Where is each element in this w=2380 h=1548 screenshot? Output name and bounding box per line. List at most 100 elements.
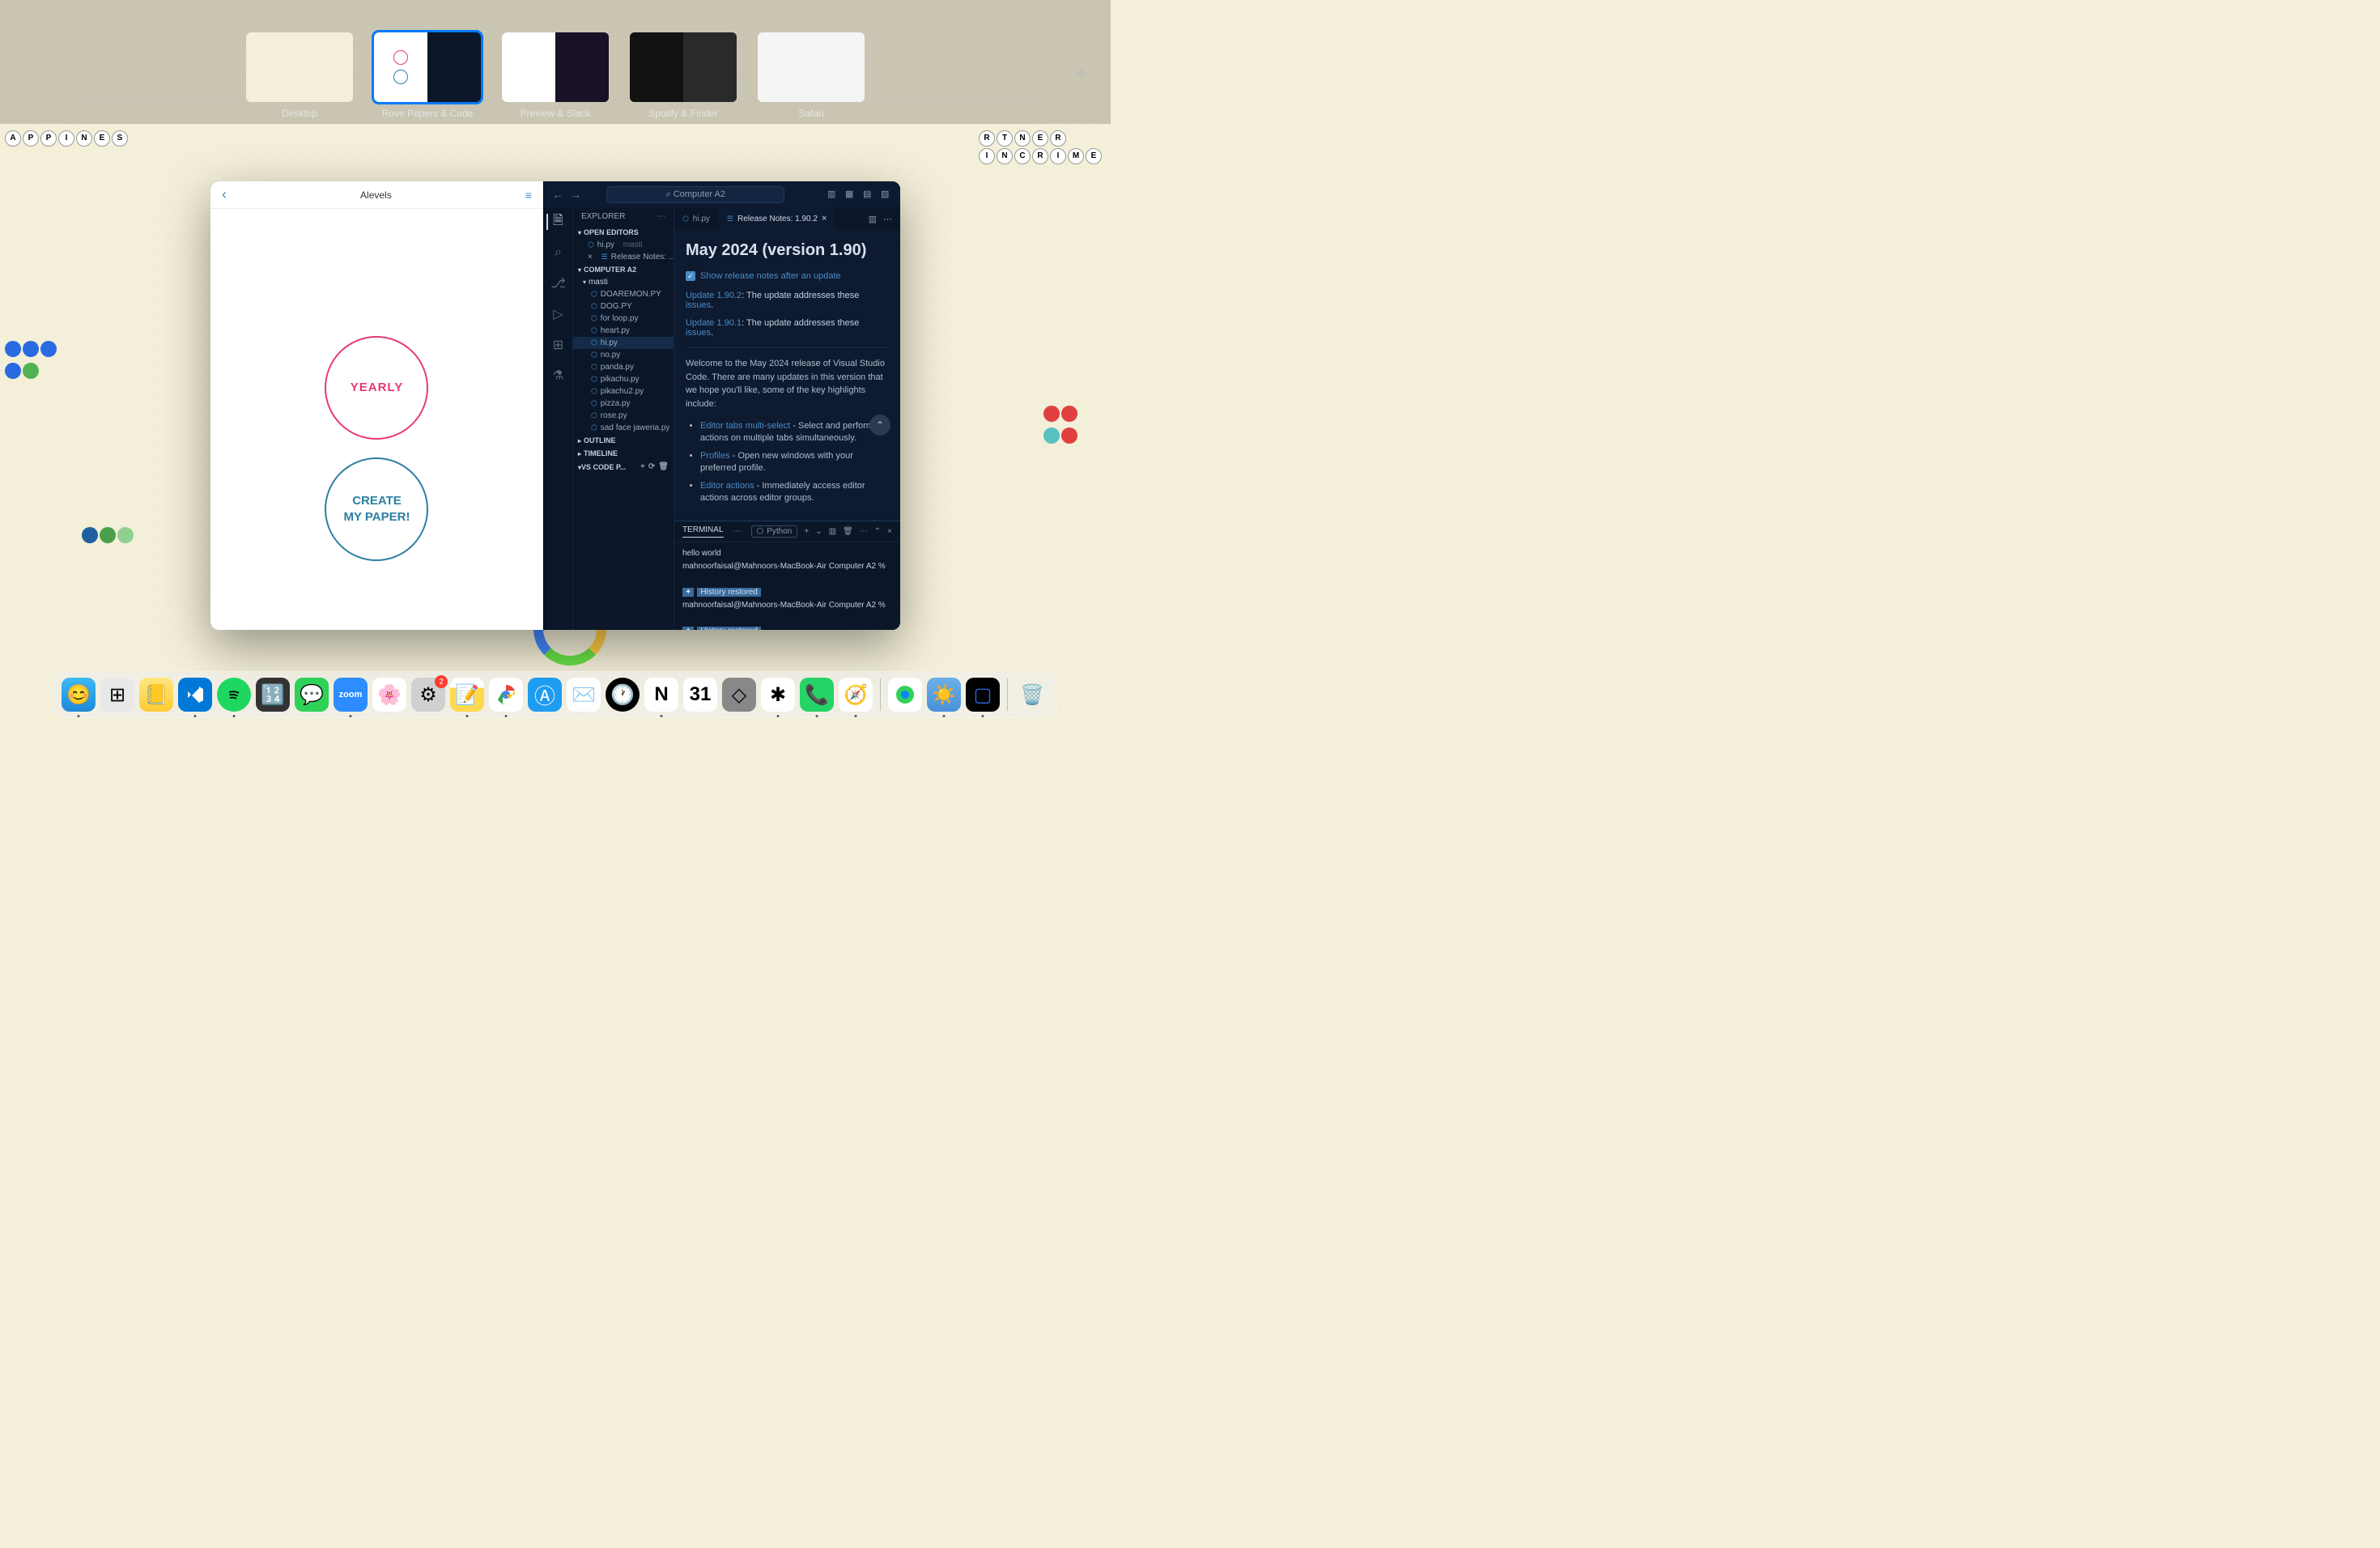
close-icon[interactable]: × [822, 214, 827, 223]
space-spotify-finder[interactable]: Spotify & Finder [630, 32, 737, 119]
dock-slack[interactable]: ✱ [761, 678, 795, 712]
file-item[interactable]: ⬡DOG.PY [573, 300, 674, 313]
more-icon[interactable]: ⋯ [860, 527, 868, 536]
space-rove-code[interactable]: Rove Papers & Code [374, 32, 481, 119]
dock-vscode[interactable] [178, 678, 212, 712]
maximize-icon[interactable]: ⌃ [874, 527, 881, 536]
trash-icon[interactable]: 🗑 [658, 462, 669, 471]
nav-forward-icon[interactable]: → [570, 188, 581, 201]
outline-section[interactable]: ▸OUTLINE [573, 434, 674, 447]
explorer-more-icon[interactable]: ⋯ [657, 212, 665, 221]
file-item[interactable]: ⬡heart.py [573, 325, 674, 337]
open-editors-section[interactable]: ▾OPEN EDITORS [573, 226, 674, 239]
testing-icon[interactable]: ⚗ [550, 368, 566, 384]
terminal-more-icon[interactable]: ⋯ [733, 527, 742, 536]
customize-layout-icon[interactable]: ▧ [881, 189, 892, 200]
terminal-tab[interactable]: TERMINAL [682, 525, 724, 538]
file-item[interactable]: ⬡DOAREMON.PY [573, 288, 674, 300]
show-release-notes-checkbox[interactable]: ✓ [686, 271, 695, 281]
dock-mail[interactable]: ✉️ [567, 678, 601, 712]
dock-launchpad[interactable]: ⊞ [100, 678, 134, 712]
dock-system-settings[interactable]: ⚙2 [411, 678, 445, 712]
file-item[interactable]: ⬡panda.py [573, 361, 674, 373]
chevron-down-icon[interactable]: ⌄ [815, 527, 822, 536]
create-paper-button[interactable]: CREATE MY PAPER! [325, 457, 428, 561]
file-item[interactable]: ⬡rose.py [573, 410, 674, 422]
open-editor-item[interactable]: × ☰Release Notes: ... [573, 251, 674, 263]
close-panel-icon[interactable]: × [887, 527, 892, 536]
python-file-icon: ⬡ [591, 326, 597, 335]
yearly-button[interactable]: YEARLY [325, 336, 428, 440]
dock-weather[interactable]: ☀️ [927, 678, 961, 712]
dock-findmy[interactable] [888, 678, 922, 712]
python-file-icon: ⬡ [591, 351, 597, 359]
dock-stickies[interactable]: 📒 [139, 678, 173, 712]
add-space-button[interactable]: + [1075, 61, 1088, 87]
extensions-icon[interactable]: ⊞ [550, 337, 566, 353]
space-safari[interactable]: Safari [758, 32, 865, 119]
dock-notes[interactable]: 📝 [450, 678, 484, 712]
timeline-section[interactable]: ▸TIMELINE [573, 447, 674, 460]
toggle-panel-icon[interactable]: ▦ [845, 189, 856, 200]
subfolder-item[interactable]: ▾masti [573, 276, 674, 288]
file-item[interactable]: ⬡pikachu2.py [573, 385, 674, 398]
dock-chrome[interactable] [489, 678, 523, 712]
dock-trash[interactable]: 🗑️ [1015, 678, 1049, 712]
refresh-icon[interactable]: ⟳ [648, 462, 655, 471]
tab-hi-py[interactable]: ⬡hi.py [674, 207, 719, 230]
terminal-body[interactable]: hello worldmahnoorfaisal@Mahnoors-MacBoo… [674, 542, 900, 630]
dock-calculator[interactable]: 🔢 [256, 678, 290, 712]
dock-roblox[interactable]: ◇ [722, 678, 756, 712]
release-notes-icon: ☰ [727, 215, 733, 223]
pets-section[interactable]: ▾VS CODE P... +⟳🗑 [573, 460, 674, 474]
explorer-icon[interactable]: 🗎 [546, 214, 563, 230]
dock-app[interactable]: ▢ [966, 678, 1000, 712]
dock-clock[interactable]: 🕐 [606, 678, 640, 712]
close-icon[interactable]: × [588, 253, 593, 262]
search-icon[interactable]: ⌕ [550, 245, 566, 261]
space-preview-slack[interactable]: Preview & Slack [502, 32, 609, 119]
python-file-icon: ⬡ [591, 290, 597, 299]
tab-release-notes[interactable]: ☰Release Notes: 1.90.2× [719, 207, 835, 230]
add-icon[interactable]: + [640, 462, 645, 471]
file-item[interactable]: ⬡pizza.py [573, 398, 674, 410]
release-title: May 2024 (version 1.90) [686, 241, 889, 260]
folder-section[interactable]: ▾COMPUTER A2 [573, 263, 674, 276]
file-item[interactable]: ⬡hi.py [573, 337, 674, 349]
terminal-shell-select[interactable]: ⬡Python [751, 525, 798, 538]
file-item[interactable]: ⬡pikachu.py [573, 373, 674, 385]
scroll-to-top-button[interactable]: ⌃ [869, 415, 890, 436]
toggle-sidebar-icon[interactable]: ▥ [827, 189, 839, 200]
release-notes-content[interactable]: May 2024 (version 1.90) ✓ Show release n… [674, 230, 900, 521]
kill-terminal-icon[interactable]: 🗑 [843, 527, 853, 536]
dock-finder[interactable]: 😊 [62, 678, 96, 712]
run-debug-icon[interactable]: ▷ [550, 306, 566, 322]
new-terminal-icon[interactable]: + [804, 527, 809, 536]
dock-photos[interactable]: 🌸 [372, 678, 406, 712]
menu-icon[interactable]: ≡ [525, 189, 532, 202]
file-item[interactable]: ⬡sad face jaweria.py [573, 422, 674, 434]
dock-notion[interactable]: N [644, 678, 678, 712]
dock-calendar[interactable]: 31 [683, 678, 717, 712]
dock-safari[interactable]: 🧭 [839, 678, 873, 712]
dock-spotify[interactable] [217, 678, 251, 712]
space-desktop[interactable]: Desktop [246, 32, 353, 119]
split-fullscreen-window[interactable]: ‹ Alevels ≡ YEARLY CREATE MY PAPER! ← → … [210, 181, 900, 630]
space-thumb [630, 32, 737, 102]
split-editor-icon[interactable]: ▥ [869, 214, 877, 224]
more-actions-icon[interactable]: ⋯ [883, 214, 892, 224]
file-item[interactable]: ⬡no.py [573, 349, 674, 361]
toggle-secondary-icon[interactable]: ▤ [863, 189, 874, 200]
file-item[interactable]: ⬡for loop.py [573, 313, 674, 325]
command-center-search[interactable]: ⌕ Computer A2 [606, 186, 784, 203]
search-text: Computer A2 [674, 189, 725, 199]
dock-zoom[interactable]: zoom [334, 678, 368, 712]
split-terminal-icon[interactable]: ▥ [829, 527, 836, 536]
dock-messages[interactable]: 💬 [295, 678, 329, 712]
nav-back-icon[interactable]: ← [552, 188, 563, 201]
dock-appstore[interactable]: Ⓐ [528, 678, 562, 712]
open-editor-item[interactable]: ⬡hi.py masti [573, 239, 674, 251]
source-control-icon[interactable]: ⎇ [550, 275, 566, 291]
back-button[interactable]: ‹ [222, 186, 227, 203]
dock-whatsapp[interactable]: 📞 [800, 678, 834, 712]
